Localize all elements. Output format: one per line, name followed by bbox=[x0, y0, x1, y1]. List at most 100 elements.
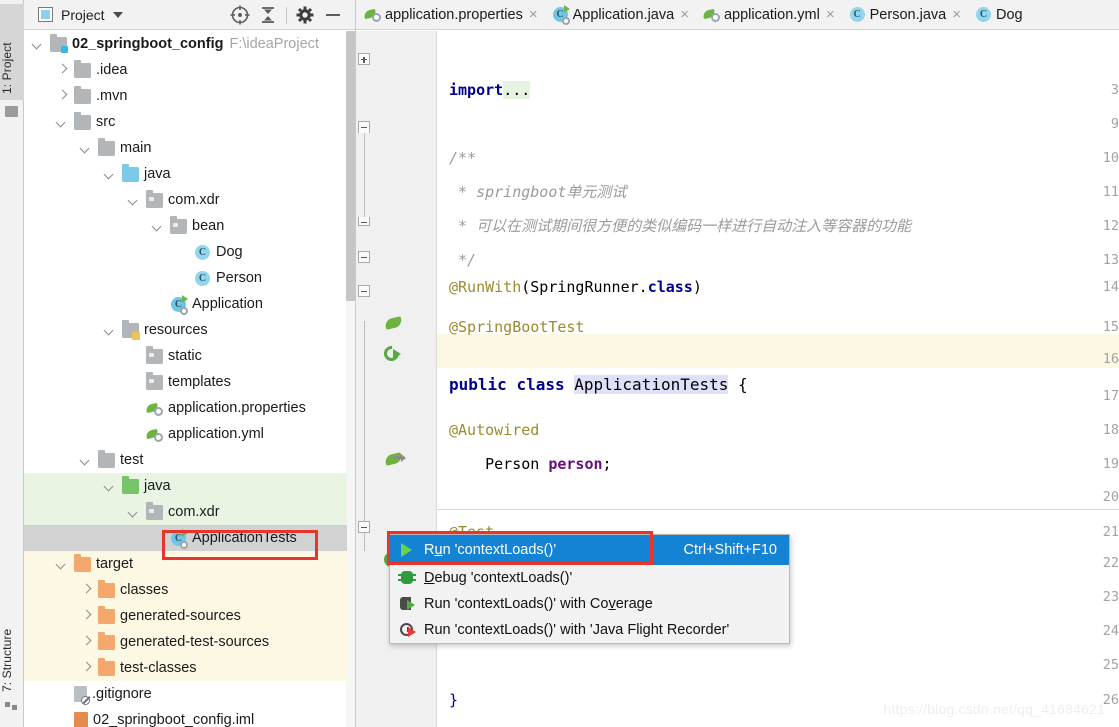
menu-item-label: Debug 'contextLoads()' bbox=[424, 570, 573, 586]
tree-node-dog[interactable]: C Dog bbox=[24, 239, 347, 265]
code-line-12: * 可以在测试期间很方便的类似编码一样进行自动注入等容器的功能 bbox=[449, 217, 912, 235]
chevron-right-icon[interactable] bbox=[80, 610, 92, 622]
tool-window-button-project[interactable]: 1: Project bbox=[0, 4, 24, 100]
tree-node-static[interactable]: static bbox=[24, 343, 347, 369]
fold-marker-import[interactable] bbox=[358, 53, 370, 65]
tree-node-generated-sources[interactable]: generated-sources bbox=[24, 603, 347, 629]
folder-icon bbox=[74, 111, 91, 130]
tree-node-java[interactable]: java bbox=[24, 161, 347, 187]
locate-icon[interactable] bbox=[226, 1, 254, 29]
settings-gear-icon[interactable] bbox=[291, 1, 319, 29]
tool-window-button-structure[interactable]: 7: Structure bbox=[0, 592, 24, 698]
tree-node-02-springboot-config[interactable]: 02_springboot_config F:\ideaProject bbox=[24, 31, 347, 57]
code-line-3: import... bbox=[449, 81, 531, 99]
tree-node-application-properties[interactable]: application.properties bbox=[24, 395, 347, 421]
chevron-down-icon[interactable] bbox=[56, 558, 68, 570]
menu-item-label: Run 'contextLoads()' with 'Java Flight R… bbox=[424, 622, 730, 638]
chevron-down-icon[interactable] bbox=[32, 38, 44, 50]
tree-node--idea[interactable]: .idea bbox=[24, 57, 347, 83]
chevron-down-icon[interactable] bbox=[80, 142, 92, 154]
runwith-annotation: @RunWith bbox=[449, 278, 522, 296]
tree-node-02-springboot-config-iml[interactable]: 02_springboot_config.iml bbox=[24, 707, 347, 727]
hide-panel-icon[interactable] bbox=[319, 1, 347, 29]
tree-node-main[interactable]: main bbox=[24, 135, 347, 161]
tree-node-com-xdr[interactable]: com.xdr bbox=[24, 187, 347, 213]
resources-folder-icon bbox=[122, 319, 140, 340]
tree-node-target[interactable]: target bbox=[24, 551, 347, 577]
tree-arrow-placeholder bbox=[152, 298, 164, 310]
tree-node-label: generated-test-sources bbox=[120, 634, 270, 650]
code-line-16: public class ApplicationTests { bbox=[449, 375, 748, 394]
chevron-down-icon[interactable] bbox=[128, 194, 140, 206]
tree-node-resources[interactable]: resources bbox=[24, 317, 347, 343]
run-context-menu[interactable]: Run 'contextLoads()' Ctrl+Shift+F10 Debug … bbox=[389, 534, 790, 644]
close-icon[interactable]: × bbox=[826, 7, 835, 22]
tree-node-person[interactable]: C Person bbox=[24, 265, 347, 291]
fold-marker-runwith[interactable] bbox=[358, 251, 370, 263]
chevron-down-icon[interactable] bbox=[152, 220, 164, 232]
chevron-right-icon[interactable] bbox=[80, 636, 92, 648]
tree-node-generated-test-sources[interactable]: generated-test-sources bbox=[24, 629, 347, 655]
menu-item-coverage[interactable]: Run 'contextLoads()' with Coverage bbox=[390, 591, 789, 617]
tree-node--gitignore[interactable]: .gitignore bbox=[24, 681, 347, 707]
collapse-all-icon[interactable] bbox=[254, 1, 282, 29]
fold-marker-springboottest[interactable] bbox=[358, 285, 370, 297]
class-fold-line bbox=[363, 321, 365, 551]
chevron-right-icon[interactable] bbox=[80, 584, 92, 596]
tree-node-test-classes[interactable]: test-classes bbox=[24, 655, 347, 681]
tree-arrow-placeholder bbox=[56, 714, 68, 726]
tree-node-label: Application bbox=[192, 296, 263, 312]
chevron-down-icon[interactable] bbox=[112, 11, 123, 18]
tree-node-classes[interactable]: classes bbox=[24, 577, 347, 603]
editor-tab-application-properties[interactable]: application.properties × bbox=[356, 0, 544, 30]
editor-tab-application-java[interactable]: C Application.java × bbox=[544, 0, 695, 30]
class-name-identifier[interactable]: ApplicationTests bbox=[574, 375, 729, 394]
chevron-down-icon[interactable] bbox=[80, 454, 92, 466]
tree-node-application-yml[interactable]: application.yml bbox=[24, 421, 347, 447]
tree-node-templates[interactable]: templates bbox=[24, 369, 347, 395]
menu-item-debug[interactable]: Debug 'contextLoads()' bbox=[390, 565, 789, 591]
close-icon[interactable]: × bbox=[529, 7, 538, 22]
menu-item-java-flight-recorder[interactable]: Run 'contextLoads()' with 'Java Flight R… bbox=[390, 617, 789, 643]
chevron-down-icon[interactable] bbox=[104, 168, 116, 180]
project-view-icon bbox=[38, 7, 53, 22]
chevron-right-icon[interactable] bbox=[80, 662, 92, 674]
tree-node-bean[interactable]: bean bbox=[24, 213, 347, 239]
tree-node-src[interactable]: src bbox=[24, 109, 347, 135]
tree-node--mvn[interactable]: .mvn bbox=[24, 83, 347, 109]
editor-tab-person-java[interactable]: C Person.java × bbox=[841, 0, 967, 30]
chevron-down-icon[interactable] bbox=[128, 506, 140, 518]
fold-marker-javadoc-end[interactable] bbox=[358, 217, 370, 226]
fold-marker-method[interactable] bbox=[358, 521, 370, 533]
run-test-class-gutter-icon[interactable] bbox=[380, 342, 404, 365]
tree-node-test[interactable]: test bbox=[24, 447, 347, 473]
autowired-dependency-gutter-icon[interactable] bbox=[384, 449, 406, 467]
public-keyword: public bbox=[449, 375, 507, 394]
project-tree: 02_springboot_config F:\ideaProject .idea.… bbox=[24, 31, 347, 727]
close-icon[interactable]: × bbox=[680, 7, 689, 22]
package-icon bbox=[146, 371, 163, 390]
import-folded-placeholder[interactable]: ... bbox=[503, 81, 531, 99]
tree-node-application[interactable]: C Application bbox=[24, 291, 347, 317]
left-tool-strip: 1: Project 7: Structure bbox=[0, 0, 24, 727]
close-icon[interactable]: × bbox=[952, 7, 961, 22]
code-line-13: */ bbox=[449, 251, 477, 269]
chevron-down-icon[interactable] bbox=[104, 480, 116, 492]
tree-node-applicationtests[interactable]: C ApplicationTests bbox=[24, 525, 347, 551]
chevron-right-icon[interactable] bbox=[56, 90, 68, 102]
chevron-down-icon[interactable] bbox=[104, 324, 116, 336]
chevron-down-icon[interactable] bbox=[56, 116, 68, 128]
java-class-icon: C bbox=[849, 6, 866, 23]
chevron-right-icon[interactable] bbox=[56, 64, 68, 76]
spring-bean-gutter-icon[interactable] bbox=[384, 313, 404, 331]
editor-tab-dog[interactable]: C Dog bbox=[967, 0, 1029, 30]
tree-node-com-xdr[interactable]: com.xdr bbox=[24, 499, 347, 525]
tree-node-java[interactable]: java bbox=[24, 473, 347, 499]
editor-tab-application-yml[interactable]: application.yml × bbox=[695, 0, 841, 30]
menu-item-run[interactable]: Run 'contextLoads()' Ctrl+Shift+F10 bbox=[390, 535, 789, 565]
tree-scrollbar-thumb[interactable] bbox=[346, 31, 355, 301]
code-line-15: @SpringBootTest bbox=[449, 318, 585, 336]
fold-marker-javadoc-start[interactable] bbox=[358, 121, 370, 133]
tree-node-label: src bbox=[96, 114, 116, 130]
class-keyword: class bbox=[516, 375, 565, 394]
